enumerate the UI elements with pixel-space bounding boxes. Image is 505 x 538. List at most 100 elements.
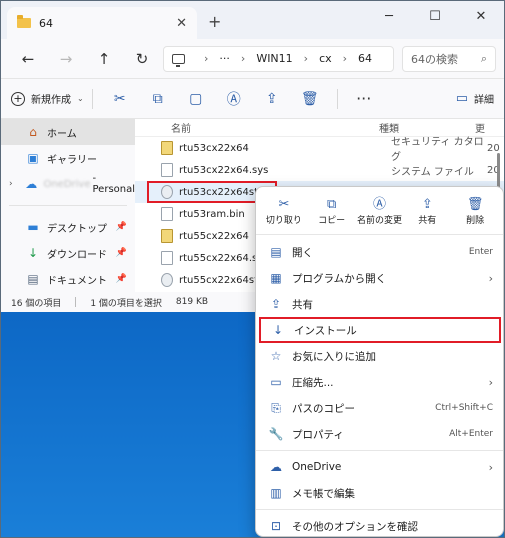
close-button[interactable]: ✕ bbox=[458, 1, 504, 31]
forward-button[interactable]: → bbox=[47, 50, 85, 68]
up-button[interactable]: ↑ bbox=[85, 50, 123, 68]
file-name: rtu53cx22x64 bbox=[179, 142, 249, 154]
new-button[interactable]: + 新規作成 ⌄ bbox=[11, 91, 84, 106]
paste-icon[interactable]: ▢ bbox=[177, 91, 215, 107]
security-catalog-icon bbox=[161, 141, 173, 155]
copy-icon[interactable]: ⧉ bbox=[139, 91, 177, 107]
sidebar-item-downloads[interactable]: ↓ ダウンロード 📌 bbox=[1, 240, 135, 266]
sidebar-item-onedrive[interactable]: › ☁ OneDrive - Personal bbox=[1, 171, 135, 197]
delete-label: 削除 bbox=[466, 215, 485, 226]
wrench-icon: 🔧 bbox=[268, 427, 284, 441]
details-button[interactable]: ▭ 詳細 bbox=[456, 91, 494, 106]
tab-64[interactable]: 64 ✕ bbox=[7, 7, 197, 39]
document-icon: ▤ bbox=[27, 272, 39, 286]
menu-item-open[interactable]: ▤ 開く Enter bbox=[256, 239, 503, 265]
chevron-down-icon: ⌄ bbox=[77, 94, 84, 103]
table-row[interactable]: rtu53cx22x64 セキュリティ カタログ 20 bbox=[135, 137, 504, 163]
onedrive-account-blurred: OneDrive bbox=[43, 178, 91, 190]
menu-item-add-favorite[interactable]: ☆ お気に入りに追加 bbox=[256, 343, 503, 369]
item-count: 16 個の項目 bbox=[11, 298, 62, 309]
system-file-icon bbox=[161, 163, 173, 177]
chevron-right-icon: › bbox=[488, 460, 493, 474]
rename-button[interactable]: Ⓐ 名前の変更 bbox=[356, 196, 402, 226]
pin-icon: 📌 bbox=[115, 274, 127, 284]
search-input[interactable]: 64の検索 ⌕ bbox=[402, 45, 496, 72]
folder-icon bbox=[17, 15, 31, 28]
menu-item-share[interactable]: ⇪ 共有 bbox=[256, 291, 503, 317]
menu-item-compress[interactable]: ▭ 圧縮先... › bbox=[256, 369, 503, 395]
selection-size: 819 KB bbox=[175, 297, 209, 307]
menu-item-edit-notepad[interactable]: ▥ メモ帳で編集 bbox=[256, 480, 503, 506]
rename-icon[interactable]: Ⓐ bbox=[215, 89, 253, 109]
menu-item-label: OneDrive bbox=[292, 461, 342, 473]
search-icon: ⌕ bbox=[480, 51, 487, 65]
breadcrumb-ellipsis[interactable]: ··· bbox=[219, 52, 230, 65]
menu-item-label: 共有 bbox=[292, 298, 313, 311]
tab-title: 64 bbox=[39, 16, 53, 30]
sidebar-item-label: ダウンロード bbox=[47, 249, 107, 261]
refresh-button[interactable]: ↻ bbox=[123, 50, 161, 68]
table-row[interactable]: rtu53cx22x64.sys システム ファイル 20 bbox=[135, 159, 504, 181]
file-name: rtu53cx22x64.sys bbox=[179, 164, 269, 176]
pc-icon bbox=[172, 53, 185, 67]
gallery-icon: ▣ bbox=[27, 151, 39, 165]
minimize-button[interactable]: ─ bbox=[366, 1, 412, 31]
rename-label: 名前の変更 bbox=[356, 215, 402, 226]
toolbar-divider bbox=[91, 88, 93, 109]
breadcrumb-win11[interactable]: WIN11 bbox=[256, 52, 292, 65]
menu-item-label: 圧縮先... bbox=[292, 376, 334, 389]
breadcrumb-64[interactable]: 64 bbox=[358, 52, 372, 65]
open-icon: ▤ bbox=[270, 245, 282, 259]
menu-item-install[interactable]: ↓ インストール bbox=[258, 317, 501, 343]
context-menu: ✂ 切り取り ⧉ コピー Ⓐ 名前の変更 ⇪ 共有 🗑 削除 ▤ 開く Ente… bbox=[255, 186, 504, 537]
sidebar-item-desktop[interactable]: ▬ デスクトップ 📌 bbox=[1, 214, 135, 240]
menu-item-open-with[interactable]: ▦ プログラムから開く › bbox=[256, 265, 503, 291]
sidebar-divider bbox=[9, 205, 127, 206]
plus-icon: + bbox=[11, 91, 25, 106]
more-options-icon: ⊡ bbox=[270, 519, 282, 533]
menu-item-shortcut: Enter bbox=[468, 247, 493, 257]
new-tab-button[interactable]: + bbox=[208, 12, 221, 31]
menu-item-copy-path[interactable]: ⎘ パスのコピー Ctrl+Shift+C bbox=[256, 395, 503, 421]
system-file-icon bbox=[161, 251, 173, 265]
pin-icon: 📌 bbox=[115, 222, 127, 232]
menu-item-label: メモ帳で編集 bbox=[292, 487, 355, 500]
expand-chevron-icon[interactable]: › bbox=[9, 179, 13, 189]
sidebar-item-gallery[interactable]: ▣ ギャラリー bbox=[1, 145, 135, 171]
archive-icon: ▭ bbox=[270, 375, 282, 389]
address-bar-row: ← → ↑ ↻ › ··· › WIN11 › cx › 64 64の検索 ⌕ bbox=[1, 39, 504, 79]
sidebar-item-home[interactable]: ⌂ ホーム bbox=[1, 119, 135, 145]
back-button[interactable]: ← bbox=[9, 50, 47, 68]
status-divider bbox=[75, 297, 77, 307]
menu-item-shortcut: Alt+Enter bbox=[449, 429, 493, 439]
column-header-name[interactable]: 名前 bbox=[135, 120, 379, 135]
delete-button[interactable]: 🗑 削除 bbox=[452, 196, 498, 226]
home-icon: ⌂ bbox=[29, 125, 37, 139]
delete-icon[interactable]: 🗑 bbox=[291, 91, 329, 107]
desktop-icon: ▬ bbox=[27, 220, 39, 234]
more-options-icon[interactable]: ··· bbox=[346, 89, 382, 108]
share-icon: ⇪ bbox=[270, 297, 282, 311]
cut-icon[interactable]: ✂ bbox=[101, 91, 139, 107]
share-icon[interactable]: ⇪ bbox=[253, 91, 291, 107]
download-icon: ↓ bbox=[27, 246, 39, 260]
star-icon: ☆ bbox=[270, 349, 282, 363]
breadcrumb-cx[interactable]: cx bbox=[319, 52, 332, 65]
cut-button[interactable]: ✂ 切り取り bbox=[261, 196, 307, 226]
tab-close-icon[interactable]: ✕ bbox=[176, 16, 187, 31]
context-menu-quick-actions: ✂ 切り取り ⧉ コピー Ⓐ 名前の変更 ⇪ 共有 🗑 削除 bbox=[256, 187, 503, 235]
security-catalog-icon bbox=[161, 229, 173, 243]
menu-item-label: インストール bbox=[294, 324, 357, 337]
copy-button[interactable]: ⧉ コピー bbox=[309, 196, 355, 226]
menu-item-more-options[interactable]: ⊡ その他のオプションを確認 bbox=[256, 513, 503, 538]
menu-item-onedrive[interactable]: ☁ OneDrive › bbox=[256, 454, 503, 480]
new-button-label: 新規作成 bbox=[31, 95, 71, 106]
share-button[interactable]: ⇪ 共有 bbox=[404, 196, 450, 226]
delete-icon: 🗑 bbox=[466, 196, 484, 212]
maximize-button[interactable]: ☐ bbox=[412, 1, 458, 31]
address-field[interactable]: › ··· › WIN11 › cx › 64 bbox=[163, 45, 394, 72]
menu-item-properties[interactable]: 🔧 プロパティ Alt+Enter bbox=[256, 421, 503, 447]
breadcrumb-chevron-icon: › bbox=[240, 52, 246, 65]
sidebar-item-documents[interactable]: ▤ ドキュメント 📌 bbox=[1, 266, 135, 292]
details-pane-icon: ▭ bbox=[455, 91, 468, 106]
